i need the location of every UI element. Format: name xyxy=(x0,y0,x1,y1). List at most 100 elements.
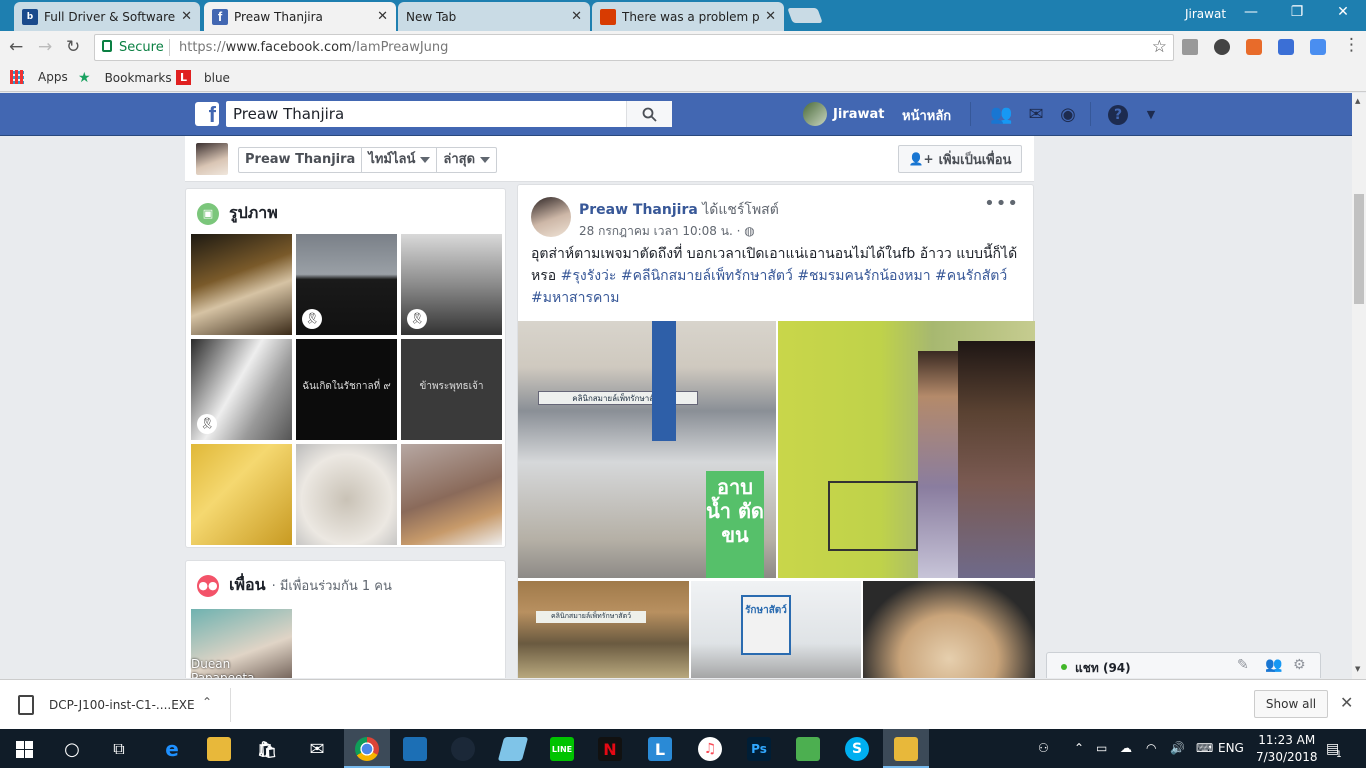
close-icon[interactable]: ✕ xyxy=(181,9,192,24)
post-author[interactable]: Preaw Thanjira xyxy=(579,202,698,218)
edge-icon[interactable]: e xyxy=(160,737,184,761)
post-photo[interactable]: คลินิกสมายล์เพ็ทรักษาสัตว์ อาบ น้ำ ตัด ข… xyxy=(518,321,776,578)
windows-start-icon[interactable] xyxy=(12,737,36,761)
contacts-app-icon[interactable] xyxy=(403,737,427,761)
clock[interactable]: 11:23 AM 7/30/2018 xyxy=(1256,732,1318,766)
chevron-up-icon[interactable]: ⌃ xyxy=(202,695,212,709)
hashtag-link[interactable]: #คลีนิกสมายล์เพ็ทรักษาสัตว์ xyxy=(621,268,793,284)
photos-header[interactable]: ▣ รูปภาพ xyxy=(197,201,278,226)
photo-thumbnail[interactable]: ฉันเกิดในรัชกาลที่ ๙ xyxy=(296,339,397,440)
hashtag-link[interactable]: #รุงรังว่ะ xyxy=(561,268,617,284)
line-icon[interactable]: LINE xyxy=(550,737,574,761)
new-group-icon[interactable]: 👥 xyxy=(1265,657,1282,673)
wifi-icon[interactable]: ◠ xyxy=(1146,741,1156,755)
close-icon[interactable]: ✕ xyxy=(765,9,776,24)
photo-thumbnail[interactable]: ข้าพระพุทธเจ้า xyxy=(401,339,502,440)
folder-icon[interactable] xyxy=(894,737,918,761)
friend-name[interactable]: Duean Papapeeta xyxy=(191,657,291,678)
tab-facebook[interactable]: f Preaw Thanjira ✕ xyxy=(204,2,396,31)
scrollbar-thumb[interactable] xyxy=(1354,194,1364,304)
bookmark-star-icon[interactable]: ☆ xyxy=(1152,37,1167,57)
photo-thumbnail[interactable] xyxy=(191,234,292,335)
store-icon[interactable]: 🛍 xyxy=(255,737,279,761)
close-icon[interactable]: ✕ xyxy=(377,9,388,24)
chat-bar[interactable]: แชท (94) ✎ 👥 ⚙ xyxy=(1046,652,1321,678)
skype-icon[interactable]: S xyxy=(845,737,869,761)
netflix-icon[interactable]: N xyxy=(598,737,622,761)
facebook-logo-icon[interactable]: f xyxy=(195,102,219,127)
reload-icon[interactable]: ↻ xyxy=(66,37,80,57)
scroll-down-icon[interactable]: ▼ xyxy=(1355,665,1360,673)
extension-icon[interactable] xyxy=(1214,39,1230,55)
itunes-icon[interactable]: ♫ xyxy=(698,737,722,761)
add-friend-button[interactable]: 👤+ เพิ่มเป็นเพื่อน xyxy=(898,145,1022,173)
bookmark-blue[interactable]: L blue xyxy=(176,70,230,85)
avatar[interactable] xyxy=(531,197,571,237)
more-options-icon[interactable]: ••• xyxy=(984,193,1019,214)
close-icon[interactable]: ✕ xyxy=(571,9,582,24)
task-view-icon[interactable]: ⧉ xyxy=(107,737,131,761)
subnav-recent[interactable]: ล่าสุด xyxy=(437,148,496,172)
post-timestamp[interactable]: 28 กรกฎาคม เวลา 10:08 น. · ◍ xyxy=(579,222,755,241)
download-filename[interactable]: DCP-J100-inst-C1-....EXE xyxy=(49,698,195,712)
subnav-timeline[interactable]: ไทม์ไลน์ xyxy=(362,148,438,172)
scrollbar[interactable]: ▲ ▼ xyxy=(1352,93,1366,679)
maximize-icon[interactable]: ❐ xyxy=(1282,4,1312,20)
mail-icon[interactable]: ✉ xyxy=(305,737,329,761)
show-all-button[interactable]: Show all xyxy=(1254,690,1328,718)
post-photo[interactable]: คลินิกสมายล์เพ็ทรักษาสัตว์ xyxy=(518,581,689,678)
l-app-icon[interactable]: L xyxy=(648,737,672,761)
chevron-down-icon[interactable]: ▼ xyxy=(1140,104,1162,126)
search-input[interactable] xyxy=(226,101,626,127)
search-icon[interactable]: ○ xyxy=(60,737,84,761)
close-icon[interactable]: ✕ xyxy=(1340,693,1353,712)
post-photo[interactable] xyxy=(778,321,1035,578)
hashtag-link[interactable]: #ชมรมคนรักน้องหมา xyxy=(797,268,930,284)
notes-app-icon[interactable] xyxy=(497,737,529,761)
photo-thumbnail[interactable] xyxy=(191,444,292,545)
address-bar[interactable]: Secure https://www.facebook.com/IamPreaw… xyxy=(94,34,1174,61)
tab-brother-driver[interactable]: b Full Driver & Software Pa ✕ xyxy=(14,2,200,31)
gear-icon[interactable]: ⚙ xyxy=(1293,657,1306,673)
office-extension-icon[interactable] xyxy=(1246,39,1262,55)
window-close-icon[interactable]: ✕ xyxy=(1328,4,1358,20)
file-explorer-icon[interactable] xyxy=(207,737,231,761)
menu-icon[interactable]: ⋮ xyxy=(1343,35,1360,55)
bookmark-bookmarks[interactable]: ★ Bookmarks xyxy=(78,70,172,86)
search-button[interactable] xyxy=(626,101,672,127)
extension-icon[interactable] xyxy=(1278,39,1294,55)
new-tab-button[interactable] xyxy=(787,8,823,23)
minimize-icon[interactable]: — xyxy=(1236,4,1266,20)
scroll-up-icon[interactable]: ▲ xyxy=(1355,97,1360,105)
forward-icon[interactable]: → xyxy=(38,37,52,57)
translate-icon[interactable] xyxy=(1310,39,1326,55)
home-link[interactable]: หน้าหลัก xyxy=(902,105,951,126)
notifications-globe-icon[interactable]: ◉ xyxy=(1057,104,1079,126)
photoshop-icon[interactable]: Ps xyxy=(747,737,771,761)
people-icon[interactable]: ⚇ xyxy=(1038,741,1049,755)
back-icon[interactable]: ← xyxy=(9,37,23,57)
photo-thumbnail[interactable] xyxy=(296,444,397,545)
friends-header[interactable]: ●● เพื่อน · มีเพื่อนร่วมกัน 1 คน xyxy=(197,573,392,598)
photo-thumbnail[interactable] xyxy=(401,444,502,545)
tab-new-tab[interactable]: New Tab ✕ xyxy=(398,2,590,31)
maps-icon[interactable] xyxy=(796,737,820,761)
onedrive-icon[interactable]: ☁ xyxy=(1120,741,1132,755)
friend-requests-icon[interactable]: 👥 xyxy=(990,104,1012,126)
subnav-profile-name[interactable]: Preaw Thanjira xyxy=(239,148,363,172)
keyboard-icon[interactable]: ⌨ xyxy=(1196,741,1213,755)
post-photo[interactable] xyxy=(863,581,1035,678)
tab-office-problem[interactable]: There was a problem pro ✕ xyxy=(592,2,784,31)
bookmark-apps[interactable]: Apps xyxy=(10,70,68,84)
photo-thumbnail[interactable]: 🎗 xyxy=(296,234,397,335)
profile-link[interactable]: Jirawat xyxy=(803,102,884,126)
photo-thumbnail[interactable]: 🎗 xyxy=(191,339,292,440)
language-indicator[interactable]: ENG xyxy=(1218,741,1244,755)
messenger-icon[interactable]: ✉ xyxy=(1025,104,1047,126)
volume-icon[interactable]: 🔊 xyxy=(1170,741,1185,755)
camera-icon[interactable] xyxy=(1182,39,1198,55)
profile-name[interactable]: Jirawat xyxy=(1185,7,1226,21)
avatar[interactable] xyxy=(196,143,228,175)
hashtag-link[interactable]: #มหาสารคาม xyxy=(531,290,619,306)
help-icon[interactable]: ? xyxy=(1108,105,1128,125)
